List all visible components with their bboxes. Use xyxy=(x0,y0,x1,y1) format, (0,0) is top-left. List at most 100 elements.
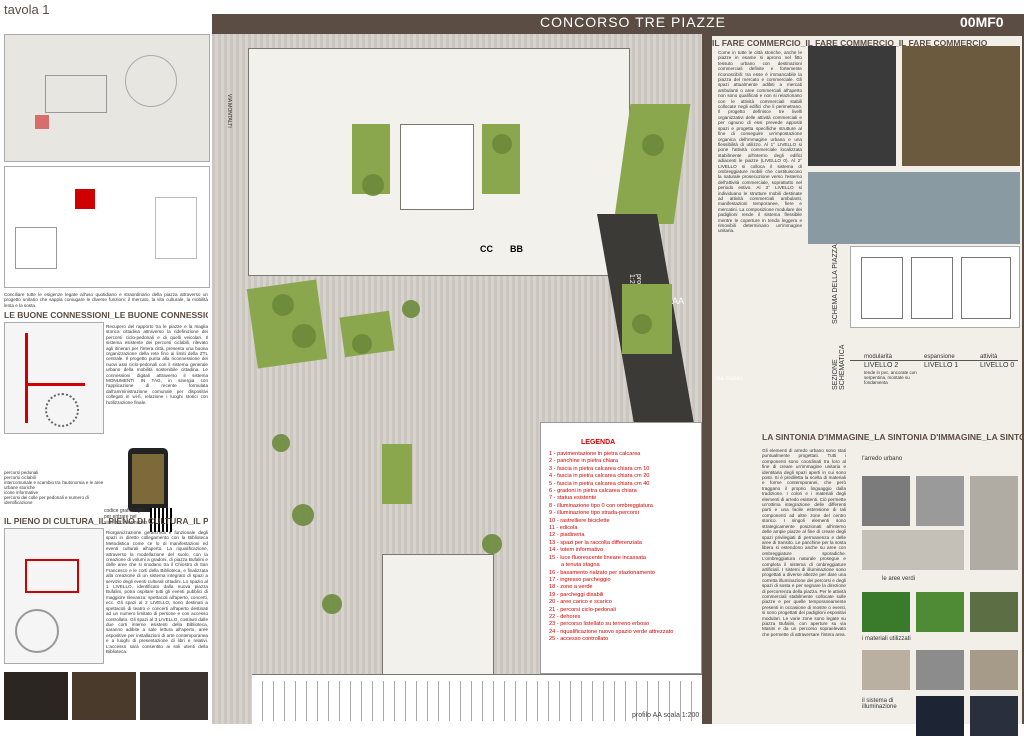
historic-market-photo xyxy=(808,46,896,166)
event-photo-3 xyxy=(140,672,208,720)
legend-item: 8 - illuminazione tipo 0 con ombreggiatu… xyxy=(549,502,653,509)
level-0: LIVELLO 0 xyxy=(980,362,1015,369)
legend-item: 6 - gradoni in pietra calcarea chiara xyxy=(549,488,637,495)
material-photo-2 xyxy=(916,650,964,690)
legend-item: 10 - rastrelliere biciclette xyxy=(549,517,610,524)
culture-map xyxy=(4,528,104,664)
section-title-cultura: IL PIENO DI CULTURA_IL PIENO DI CULTURA_… xyxy=(4,516,208,526)
legend-item: 18 - zone a verde xyxy=(549,584,593,591)
legend-item: 5 - fascia in pietra calcarea chiara cm … xyxy=(549,480,650,487)
legend-item: 13 - spazi per la raccolta differenziata xyxy=(549,539,642,546)
legend-item: 7 - statua esistente xyxy=(549,495,597,502)
legend-item: 11 - edicola xyxy=(549,525,578,532)
lighting-photo-1 xyxy=(916,696,964,736)
level-2: LIVELLO 2 xyxy=(864,362,899,369)
legend-item: percorsi dei colle per pedonali e numero… xyxy=(4,495,89,505)
profile-aa-label: profilo AA scala 1:200 xyxy=(632,712,700,719)
connections-legend: percorsi pedonali percorsi ciclabili int… xyxy=(4,470,104,505)
event-photo-2 xyxy=(72,672,136,720)
label-via-masini: via masini xyxy=(716,376,743,382)
legend-item: 24 - riqualificazione nuovo spazio verde… xyxy=(549,628,674,635)
plan-legend: LEGENDA 1 - pavimentazione in pietra cal… xyxy=(540,422,702,674)
col-modularity: modularità xyxy=(864,354,893,360)
green-photo-2 xyxy=(916,592,964,632)
green-square-3 xyxy=(382,444,412,504)
connections-text: Recupero del rapporto tra le piazze e la… xyxy=(106,324,208,405)
municipal-building xyxy=(382,554,494,676)
legend-item: 14 - totem informativo xyxy=(549,547,604,554)
legend-item: 1 - pavimentazione in pietra calcarea xyxy=(549,451,641,457)
sheet-number: tavola 1 xyxy=(4,2,50,17)
level-note: tende in pvc, ancorate con serpentina, m… xyxy=(864,370,917,385)
section-title-connessioni: LE BUONE CONNESSIONI_LE BUONE CONNESSION… xyxy=(4,310,208,320)
tree xyxy=(322,594,342,614)
site-plan: CC BB AA profilo BB scala 1:200 profilo … xyxy=(212,34,702,724)
label-bb: BB xyxy=(510,244,523,254)
sintonia-text: Gli elementi di arredo urbano sono stati… xyxy=(762,448,847,637)
tree xyxy=(292,324,316,348)
legend-item: 21 - percorsi ciclo-pedonali xyxy=(549,606,616,613)
col-expansion: espansione xyxy=(924,354,955,360)
legend-item: 9 - illuminazione tipo strada-percorsi xyxy=(549,510,639,517)
page-title: CONCORSO TRE PIAZZE xyxy=(540,14,726,30)
sezione-label: SEZIONE SCHEMATICA xyxy=(832,344,846,390)
furniture-photo-2 xyxy=(916,476,964,526)
legend-item: 12 - piadineria xyxy=(549,532,585,539)
legend-item: 25 - accesso controllato xyxy=(549,636,609,643)
furniture-photo-1 xyxy=(862,476,910,526)
right-panel: IL FARE COMMERCIO_IL FARE COMMERCIO_IL F… xyxy=(712,36,1022,736)
material-photo-3 xyxy=(970,650,1018,690)
legend-item: intercomunale e scambio tra l'autonomia … xyxy=(4,480,104,490)
caption-aree-verdi: le aree verdi xyxy=(882,576,916,582)
commercio-text: Come in tutte le città storiche, anche l… xyxy=(718,50,802,234)
tree xyxy=(362,174,384,196)
legend-item: 16 - basamento rialzato per stazionament… xyxy=(549,569,656,576)
tree xyxy=(482,534,502,554)
legend-item: 17 - ingresso parcheggio xyxy=(549,576,611,583)
aerial-photo xyxy=(902,46,1020,166)
legend-item: 22 - dehores xyxy=(549,613,581,620)
furniture-photo-4 xyxy=(862,530,964,570)
project-code: 00MF0 xyxy=(960,14,1004,30)
legend-item: 4 - fascia in pietra calcarea chiara cm … xyxy=(549,473,650,480)
smartphone-image xyxy=(128,448,168,512)
lighting-photo-2 xyxy=(970,696,1018,736)
section-title-sintonia: LA SINTONIA D'IMMAGINE_LA SINTONIA D'IMM… xyxy=(762,432,1022,442)
green-photo-1 xyxy=(862,592,910,632)
tree xyxy=(402,300,420,318)
legend-list: 1 - pavimentazione in pietra calcarea 2 … xyxy=(549,451,699,644)
tree xyxy=(352,334,372,354)
caption-illuminazione: il sistema di illuminazione xyxy=(862,698,897,710)
label-aa: AA xyxy=(672,296,685,306)
material-photo-1 xyxy=(862,650,910,690)
left-column: Conciliare tutte le esigenze legate all'… xyxy=(0,20,212,724)
label-cc: CC xyxy=(480,244,493,254)
piazza-schema xyxy=(850,246,1020,328)
tree xyxy=(632,314,652,334)
legend-item: 15 - luce fluorescente lineare incassata xyxy=(549,554,647,561)
col-activity: attività xyxy=(980,354,998,360)
legend-item: 20 - aree carico e scarico xyxy=(549,599,612,606)
caption-arredo: l'arredo urbano xyxy=(862,456,903,462)
via-montalti-label: VIA MONTALTI xyxy=(226,94,232,128)
legend-title: LEGENDA xyxy=(581,439,616,446)
event-photo-1 xyxy=(4,672,68,720)
legend-item: 2 - panchine in pietra chiara xyxy=(549,458,619,465)
legend-item: 23 - percorso listellato su terreno erbo… xyxy=(549,621,650,628)
schema-label: SCHEMA DELLA PIAZZA xyxy=(832,244,839,324)
connections-map xyxy=(4,322,104,434)
tree xyxy=(292,504,314,526)
level-1: LIVELLO 1 xyxy=(924,362,959,369)
cloister xyxy=(400,124,474,210)
tree xyxy=(272,434,290,452)
caption-materiali: i materiali utilizzati xyxy=(862,636,911,642)
tree xyxy=(492,134,512,154)
culture-text: Riorganizzazione gerarchica e funzionale… xyxy=(106,530,208,654)
market-stalls-photo xyxy=(808,172,1020,244)
historic-map xyxy=(4,34,210,162)
location-map xyxy=(4,166,210,288)
furniture-photo-3 xyxy=(970,476,1018,570)
green-photo-3 xyxy=(970,592,1018,632)
intro-text: Conciliare tutte le esigenze legate all'… xyxy=(4,292,208,308)
legend-item: a tenuta stagna xyxy=(561,562,600,569)
